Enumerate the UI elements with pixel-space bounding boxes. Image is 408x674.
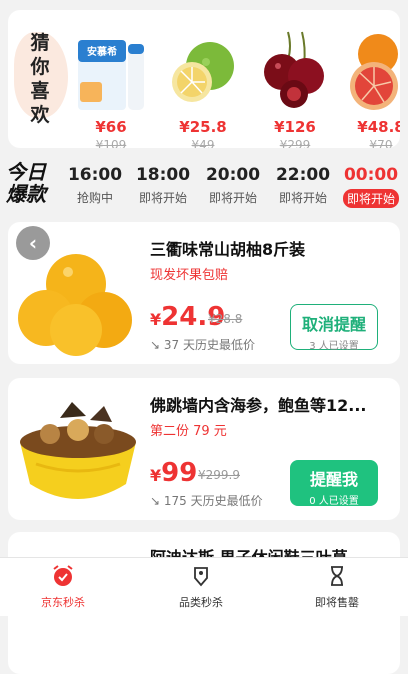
- product-price: ¥99: [150, 458, 198, 488]
- cherries-image: [264, 31, 324, 108]
- trend-down-icon: ↘: [150, 494, 161, 508]
- nav-almost-sold-out[interactable]: 即将售罄: [292, 564, 382, 610]
- guess-item-price: ¥66: [95, 118, 127, 136]
- nav-label: 品类秒杀: [179, 596, 223, 609]
- slot-time: 00:00: [343, 165, 399, 185]
- hourglass-icon: [331, 566, 343, 586]
- nav-label: 京东秒杀: [41, 596, 85, 609]
- blood-orange-image: [350, 34, 398, 110]
- guess-item-price: ¥48.8: [357, 118, 400, 136]
- guess-label: 猜你喜欢: [8, 10, 74, 148]
- price-history-note: ↘ 175 天历史最低价: [150, 494, 263, 508]
- slot-time: 22:00: [275, 165, 331, 185]
- guess-item-orig-price: ¥109: [95, 138, 127, 148]
- product-card[interactable]: 三衢味常山胡柚8斤装 现发坏果包赔 ¥24.9 ¥28.8 ↘ 37 天历史最低…: [8, 222, 400, 364]
- slot-time: 16:00: [67, 165, 123, 185]
- time-slot-1600[interactable]: 16:00 抢购中: [60, 165, 130, 206]
- yogurt-brand-text: 安慕希: [87, 45, 117, 58]
- bottom-nav: 京东秒杀 品类秒杀 即将售罄: [0, 557, 408, 616]
- today-hot-logo: 今日 爆款: [6, 160, 46, 206]
- guess-label-text: 猜你喜欢: [30, 32, 52, 126]
- guess-item-price: ¥126: [274, 118, 316, 136]
- time-slot-2200[interactable]: 22:00 即将开始: [268, 165, 338, 206]
- guess-you-like-card: 猜你喜欢 安慕希 ¥66 ¥109 ¥25.8 ¥49 ¥126 ¥299 ¥4…: [8, 10, 400, 148]
- slot-time: 20:00: [205, 165, 261, 185]
- soup-bowl-image: [20, 402, 136, 499]
- product-subtitle: 现发坏果包赔: [150, 268, 229, 283]
- slot-time: 18:00: [135, 165, 191, 185]
- slot-status: 即将开始: [138, 191, 187, 205]
- cancel-reminder-button[interactable]: 取消提醒 3 人已设置: [290, 304, 378, 352]
- product-subtitle: 第二份 79 元: [150, 424, 227, 439]
- nav-category-flash-sale[interactable]: 品类秒杀: [156, 564, 246, 610]
- alarm-clock-icon: [53, 565, 73, 586]
- time-slot-2000[interactable]: 20:00 即将开始: [198, 165, 268, 206]
- guess-item-cherries[interactable]: ¥126 ¥299: [258, 20, 332, 148]
- product-orig-price: ¥299.9: [198, 468, 240, 482]
- product-title: 佛跳墙内含海参，鲍鱼等12...: [150, 396, 367, 415]
- guess-item-orig-price: ¥49: [191, 138, 215, 148]
- citrus-image: [172, 42, 234, 102]
- slot-status: 抢购中: [76, 191, 113, 205]
- nav-label: 即将售罄: [315, 596, 359, 609]
- guess-item-price: ¥25.8: [179, 118, 227, 136]
- slot-status: 即将开始: [278, 191, 327, 205]
- trend-down-icon: ↘: [150, 338, 161, 352]
- yogurt-box-image: 安慕希: [78, 40, 144, 110]
- guess-item-orig-price: ¥299: [279, 138, 311, 148]
- remind-me-button[interactable]: 提醒我 0 人已设置: [290, 460, 378, 507]
- slot-status: 即将开始: [342, 189, 399, 208]
- back-button[interactable]: ‹: [16, 226, 50, 260]
- guess-item-yogurt[interactable]: 安慕希 ¥66 ¥109: [74, 20, 148, 148]
- price-history-note: ↘ 37 天历史最低价: [150, 338, 255, 352]
- time-slot-1800[interactable]: 18:00 即将开始: [128, 165, 198, 206]
- guess-item-orig-price: ¥70: [369, 138, 393, 148]
- product-title: 三衢味常山胡柚8斤装: [150, 240, 306, 259]
- chevron-left-icon: ‹: [28, 231, 38, 255]
- guess-item-blood-orange[interactable]: ¥48.8 ¥70: [344, 20, 400, 148]
- time-slot-0000[interactable]: 00:00 即将开始: [336, 165, 406, 208]
- product-orig-price: ¥28.8: [208, 312, 243, 326]
- product-card[interactable]: 佛跳墙内含海参，鲍鱼等12... 第二份 79 元 ¥99 ¥299.9 ↘ 1…: [8, 378, 400, 520]
- nav-jd-flash-sale[interactable]: 京东秒杀: [18, 564, 108, 610]
- guess-item-citrus[interactable]: ¥25.8 ¥49: [166, 20, 240, 148]
- slot-status: 即将开始: [208, 191, 257, 205]
- tag-icon: [194, 567, 208, 587]
- flash-sale-time-bar: 今日 爆款 16:00 抢购中 18:00 即将开始 20:00 即将开始 22…: [0, 155, 408, 215]
